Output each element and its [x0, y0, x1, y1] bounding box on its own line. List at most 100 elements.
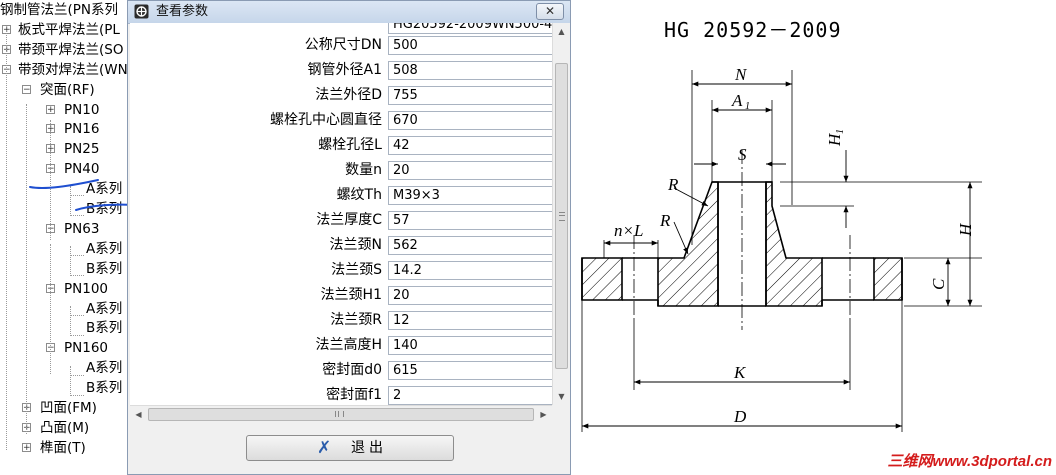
tree-node[interactable]: + 凸面(M)	[0, 418, 130, 438]
parameter-row: 法兰颈H1 20	[130, 283, 554, 308]
dim-R-lower: R	[659, 211, 671, 230]
scroll-up-arrow-icon[interactable]: ▲	[553, 23, 570, 40]
scroll-left-arrow-icon[interactable]: ◀	[130, 406, 147, 423]
right-hub-section	[765, 181, 823, 307]
view-parameters-dialog: 查看参数 ✕ HG20592-2009WN500-40-19 公称尺寸DN500…	[127, 0, 571, 475]
flange-section-drawing: N A 1 S H 1 R R n×L H C K D	[581, 65, 982, 432]
parameter-value-field[interactable]: 755	[388, 86, 554, 105]
scroll-down-arrow-icon[interactable]: ▼	[553, 388, 570, 405]
tree-node[interactable]: B系列	[0, 318, 130, 338]
tree-node-label: A系列	[86, 360, 123, 376]
parameter-row: 数量n 20	[130, 158, 554, 183]
tree-node-label: B系列	[86, 261, 123, 277]
tree-node[interactable]: − PN100	[0, 279, 130, 299]
exit-button[interactable]: ✗ 退出	[246, 435, 454, 461]
parameter-value-field[interactable]: 42	[388, 136, 554, 155]
parameter-value-field[interactable]: 20	[388, 286, 554, 305]
app-icon	[134, 4, 149, 19]
parameter-label: 法兰外径D	[315, 87, 382, 103]
parameter-row: 密封面d0 615	[130, 358, 554, 383]
parameter-value-field[interactable]: 20	[388, 161, 554, 180]
tree-node[interactable]: B系列	[0, 259, 130, 279]
parameter-label: 法兰颈H1	[320, 287, 382, 303]
parameter-label: 密封面d0	[322, 362, 382, 378]
parameter-label: 螺栓孔径L	[318, 137, 382, 153]
scroll-right-arrow-icon[interactable]: ▶	[535, 406, 552, 423]
parameter-label: 法兰颈N	[329, 237, 382, 253]
dim-nL: n×L	[614, 221, 643, 240]
category-tree[interactable]: 钢制管法兰(PN系列 + 板式平焊法兰(PL + 带颈平焊法兰(SO − 带颈对焊法兰(WN…	[0, 0, 130, 475]
dialog-titlebar[interactable]: 查看参数 ✕	[128, 1, 570, 24]
parameter-row: 公称尺寸DN 500	[130, 33, 554, 58]
parameter-value-field[interactable]: 14.2	[388, 261, 554, 280]
parameter-value-field[interactable]: M39×3	[388, 186, 554, 205]
parameter-value-field[interactable]: 2	[388, 386, 554, 405]
parameter-row: 法兰颈S 14.2	[130, 258, 554, 283]
dim-A1-sub: 1	[745, 101, 750, 112]
dim-A1: A	[731, 91, 743, 110]
parameter-value-field[interactable]: 670	[388, 111, 554, 130]
tree-node[interactable]: A系列	[0, 358, 130, 378]
tree-node-label: 凹面(FM)	[40, 400, 97, 416]
tree-node-label: PN160	[64, 340, 109, 356]
exit-icon: ✗	[317, 438, 332, 458]
dim-S: S	[738, 145, 747, 164]
parameter-value-field[interactable]: 12	[388, 311, 554, 330]
tree-node-label: A系列	[86, 241, 123, 257]
parameter-value-field[interactable]: 615	[388, 361, 554, 380]
parameter-label: 密封面f1	[326, 387, 382, 403]
dim-H: H	[956, 222, 975, 237]
tree-node-label: PN63	[64, 221, 100, 237]
parameter-value-field[interactable]: 57	[388, 211, 554, 230]
parameter-label: 钢管外径A1	[307, 62, 382, 78]
parameter-row: 螺栓孔中心圆直径 670	[130, 108, 554, 133]
dim-R-upper: R	[667, 175, 679, 194]
tree-node[interactable]: A系列	[0, 239, 130, 259]
parameter-list: HG20592-2009WN500-40-19 公称尺寸DN500钢管外径A15…	[130, 23, 554, 405]
parameter-value-field[interactable]: 140	[388, 336, 554, 355]
parameter-row: 法兰颈R 12	[130, 308, 554, 333]
vertical-scrollbar[interactable]: ▲ ▼	[552, 23, 570, 405]
dialog-title: 查看参数	[156, 4, 209, 19]
exit-label: 退出	[351, 440, 387, 456]
left-ring-section	[581, 257, 623, 301]
dim-C: C	[929, 278, 948, 290]
dim-K: K	[733, 363, 747, 382]
parameter-label: 法兰颈S	[331, 262, 382, 278]
tree-node[interactable]: B系列	[0, 378, 130, 398]
tree-node[interactable]: A系列	[0, 299, 130, 319]
tree-node[interactable]: − PN160	[0, 338, 130, 358]
horizontal-scrollbar[interactable]: ◀ ▶	[130, 405, 552, 423]
parameter-row: 法兰颈N 562	[130, 233, 554, 258]
dim-H1-sub: 1	[835, 129, 846, 134]
parameter-row: 法兰厚度C 57	[130, 208, 554, 233]
tree-node[interactable]: + 凹面(FM)	[0, 398, 130, 418]
vertical-scroll-thumb[interactable]	[555, 63, 568, 369]
tree-node[interactable]: − PN63	[0, 219, 130, 239]
horizontal-scroll-thumb[interactable]	[148, 408, 534, 421]
parameter-row: 密封面f1 2	[130, 383, 554, 405]
parameter-row: 螺纹Th M39×3	[130, 183, 554, 208]
parameter-label: 法兰颈R	[330, 312, 382, 328]
expand-icon[interactable]: +	[22, 443, 31, 453]
dim-D: D	[733, 407, 747, 426]
tree-node-label: A系列	[86, 301, 123, 317]
parameter-label: 螺纹Th	[336, 187, 382, 203]
parameter-value-field[interactable]: 500	[388, 36, 554, 55]
parameter-label: 公称尺寸DN	[304, 37, 382, 53]
parameter-value-field[interactable]: 562	[388, 236, 554, 255]
tree-node[interactable]: + 榫面(T)	[0, 438, 130, 458]
flange-drawing-panel: HG 20592－2009 N A 1 S H 1 R R n×L H C K …	[574, 0, 1056, 475]
parameter-row: 法兰高度H 140	[130, 333, 554, 358]
tree-node-label: B系列	[86, 380, 123, 396]
parameter-row: 钢管外径A1 508	[130, 58, 554, 83]
annotation-underline	[29, 179, 130, 211]
tree-node-label: 凸面(M)	[40, 420, 90, 436]
close-button[interactable]: ✕	[536, 3, 564, 20]
parameter-value-field[interactable]: 508	[388, 61, 554, 80]
left-hub-section	[657, 181, 719, 307]
parameter-label: 法兰厚度C	[316, 212, 382, 228]
close-icon: ✕	[544, 4, 556, 18]
tree-node-label: PN100	[64, 281, 109, 297]
right-ring-section	[873, 257, 903, 301]
